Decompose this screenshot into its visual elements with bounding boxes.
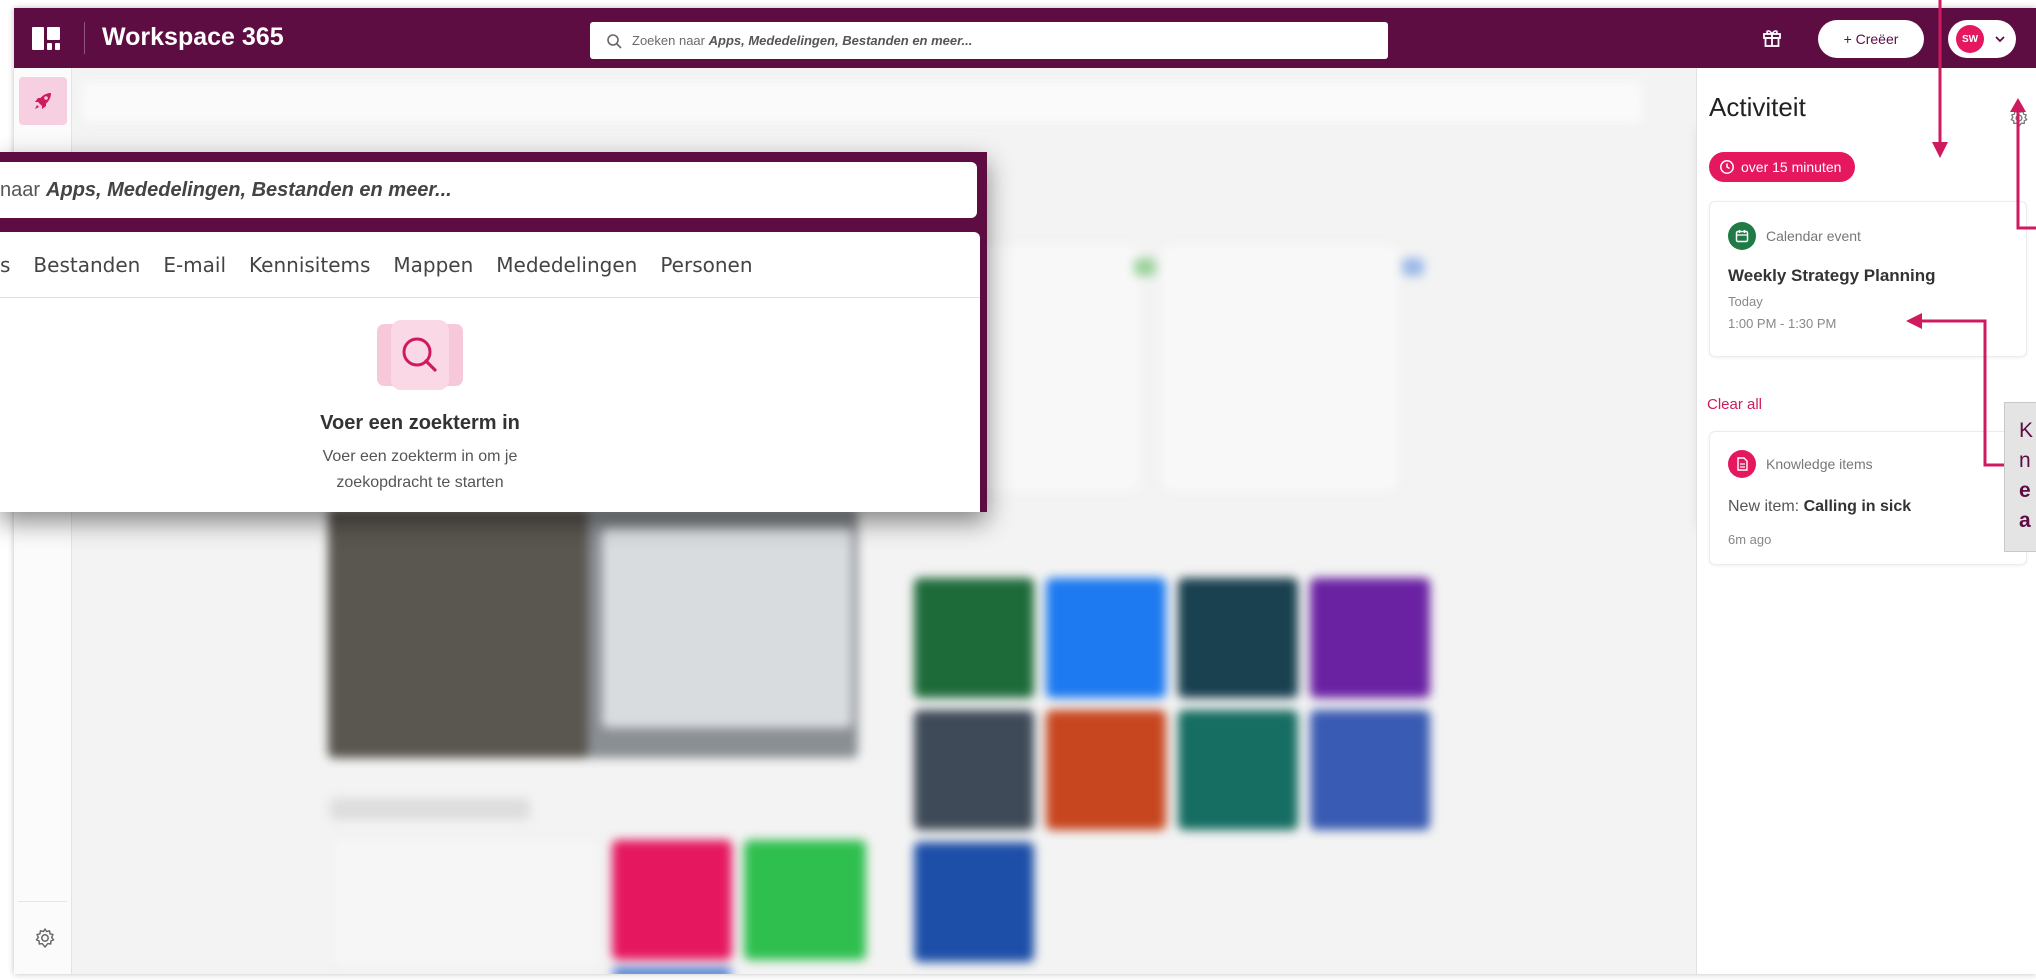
tab-personen[interactable]: Personen (660, 253, 752, 277)
sidebar-separator (18, 901, 67, 902)
knowledge-type-label: Knowledge items (1766, 456, 1873, 472)
empty-state-desc-line-1: Voer een zoekterm in om je (322, 448, 518, 465)
topbar-divider (84, 22, 85, 54)
popup-placeholder-emphasis: Apps, Mededelingen, Bestanden en meer... (46, 178, 452, 201)
search-icon (607, 33, 622, 49)
callout-line-2: n (2019, 449, 2031, 472)
tab-mededelingen[interactable]: Mededelingen (496, 253, 637, 277)
empty-state-title: Voer een zoekterm in (320, 412, 520, 434)
avatar: SW (1956, 25, 1984, 53)
search-input[interactable]: Zoeken naar Apps, Mededelingen, Bestande… (590, 22, 1388, 59)
event-type-label: Calendar event (1766, 228, 1861, 244)
event-day: Today (1728, 294, 1763, 309)
clock-icon (1720, 160, 1734, 174)
create-button[interactable]: + Creëer (1818, 20, 1924, 58)
upcoming-time-badge: over 15 minuten (1709, 152, 1856, 182)
knowledge-item-name: Calling in sick (1803, 498, 1912, 515)
chevron-down-icon (1995, 36, 2005, 43)
knowledge-item-age: 6m ago (1728, 532, 1772, 547)
dashboard-logo-icon[interactable] (32, 27, 60, 50)
tab-email[interactable]: E-mail (163, 253, 226, 277)
gift-icon[interactable] (1759, 24, 1785, 50)
calendar-event-card[interactable]: Calendar event Weekly Strategy Planning … (1709, 201, 2027, 357)
knowledge-item-text: New item: Calling in sick (1728, 498, 1911, 516)
search-placeholder-prefix: Zoeken naar (632, 33, 705, 48)
tab-mappen[interactable]: Mappen (393, 253, 473, 277)
user-menu-button[interactable]: SW (1948, 20, 2016, 58)
search-popup: naar Apps, Mededelingen, Bestanden en mee… (0, 152, 987, 512)
callout-box: K n e a (2004, 402, 2036, 552)
upcoming-time-label: over 15 minuten (1741, 159, 1842, 175)
empty-state-description: Voer een zoekterm in om je zoekopdracht … (0, 444, 840, 496)
app-title: Workspace 365 (102, 23, 284, 51)
event-title: Weekly Strategy Planning (1728, 266, 1936, 285)
settings-gear-icon[interactable] (34, 927, 56, 949)
create-button-label: + Creëer (1843, 31, 1899, 47)
empty-search-icon (377, 320, 463, 390)
tab-bestanden[interactable]: Bestanden (33, 253, 140, 277)
activity-title: Activiteit (1709, 92, 1806, 122)
event-time: 1:00 PM - 1:30 PM (1728, 316, 1837, 331)
top-bar: Workspace 365 Zoeken naar Apps, Mededeli… (14, 8, 2036, 68)
callout-line-4: a (2019, 509, 2031, 532)
popup-results-panel: s Bestanden E-mail Kennisitems Mappen Me… (0, 232, 980, 512)
activity-settings-gear-icon[interactable] (2009, 108, 2029, 128)
knowledge-item-prefix: New item: (1728, 498, 1804, 515)
empty-state-desc-line-2: zoekopdracht te starten (336, 474, 504, 491)
popup-search-input[interactable]: naar Apps, Mededelingen, Bestanden en mee… (0, 162, 977, 218)
activity-panel: Activiteit over 15 minuten Calendar even… (1696, 68, 2036, 974)
tab-apps[interactable]: s (0, 253, 10, 277)
callout-line-3: e (2019, 479, 2031, 502)
calendar-icon (1728, 222, 1756, 250)
launcher-button[interactable] (19, 77, 67, 125)
tab-kennisitems[interactable]: Kennisitems (249, 253, 370, 277)
search-category-tabs: s Bestanden E-mail Kennisitems Mappen Me… (0, 232, 980, 298)
popup-placeholder-prefix: naar (0, 178, 41, 201)
clear-all-link[interactable]: Clear all (1707, 396, 1762, 413)
knowledge-item-card[interactable]: Knowledge items New item: Calling in sic… (1709, 431, 2027, 565)
callout-line-1: K (2019, 419, 2034, 442)
search-placeholder-emphasis: Apps, Mededelingen, Bestanden en meer... (708, 33, 973, 48)
document-icon (1728, 450, 1756, 478)
rocket-icon (35, 93, 51, 109)
screenshot-stage: Workspace 365 Zoeken naar Apps, Mededeli… (0, 0, 2036, 980)
